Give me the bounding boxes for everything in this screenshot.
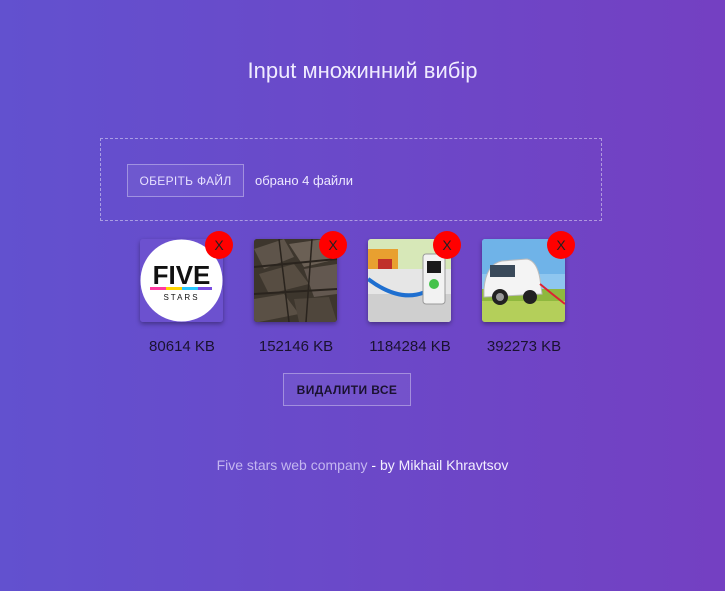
logo-subtitle: STARS: [163, 293, 199, 302]
footer-company-link[interactable]: Five stars web company: [217, 457, 368, 473]
delete-all-button[interactable]: ВИДАЛИТИ ВСЕ: [283, 373, 411, 406]
footer: Five stars web company - by Mikhail Khra…: [0, 457, 725, 473]
selected-files-status: обрано 4 файли: [255, 173, 354, 188]
choose-file-button[interactable]: ОБЕРІТЬ ФАЙЛ: [127, 164, 244, 197]
footer-author: by Mikhail Khravtsov: [380, 457, 509, 473]
remove-file-button[interactable]: X: [319, 231, 347, 259]
file-size: 80614 KB: [149, 338, 215, 355]
logo-wordmark: FIVE: [153, 260, 211, 290]
file-size: 392273 KB: [486, 338, 562, 355]
file-dropzone[interactable]: ОБЕРІТЬ ФАЙЛ обрано 4 файли: [100, 138, 602, 221]
remove-file-button[interactable]: X: [433, 231, 461, 259]
remove-file-button[interactable]: X: [205, 231, 233, 259]
page-title: Input множинний вибір: [247, 58, 478, 83]
file-size: 1184284 KB: [369, 338, 451, 355]
file-size: 152146 KB: [258, 338, 334, 355]
remove-file-button[interactable]: X: [547, 231, 575, 259]
footer-separator: -: [367, 457, 380, 473]
